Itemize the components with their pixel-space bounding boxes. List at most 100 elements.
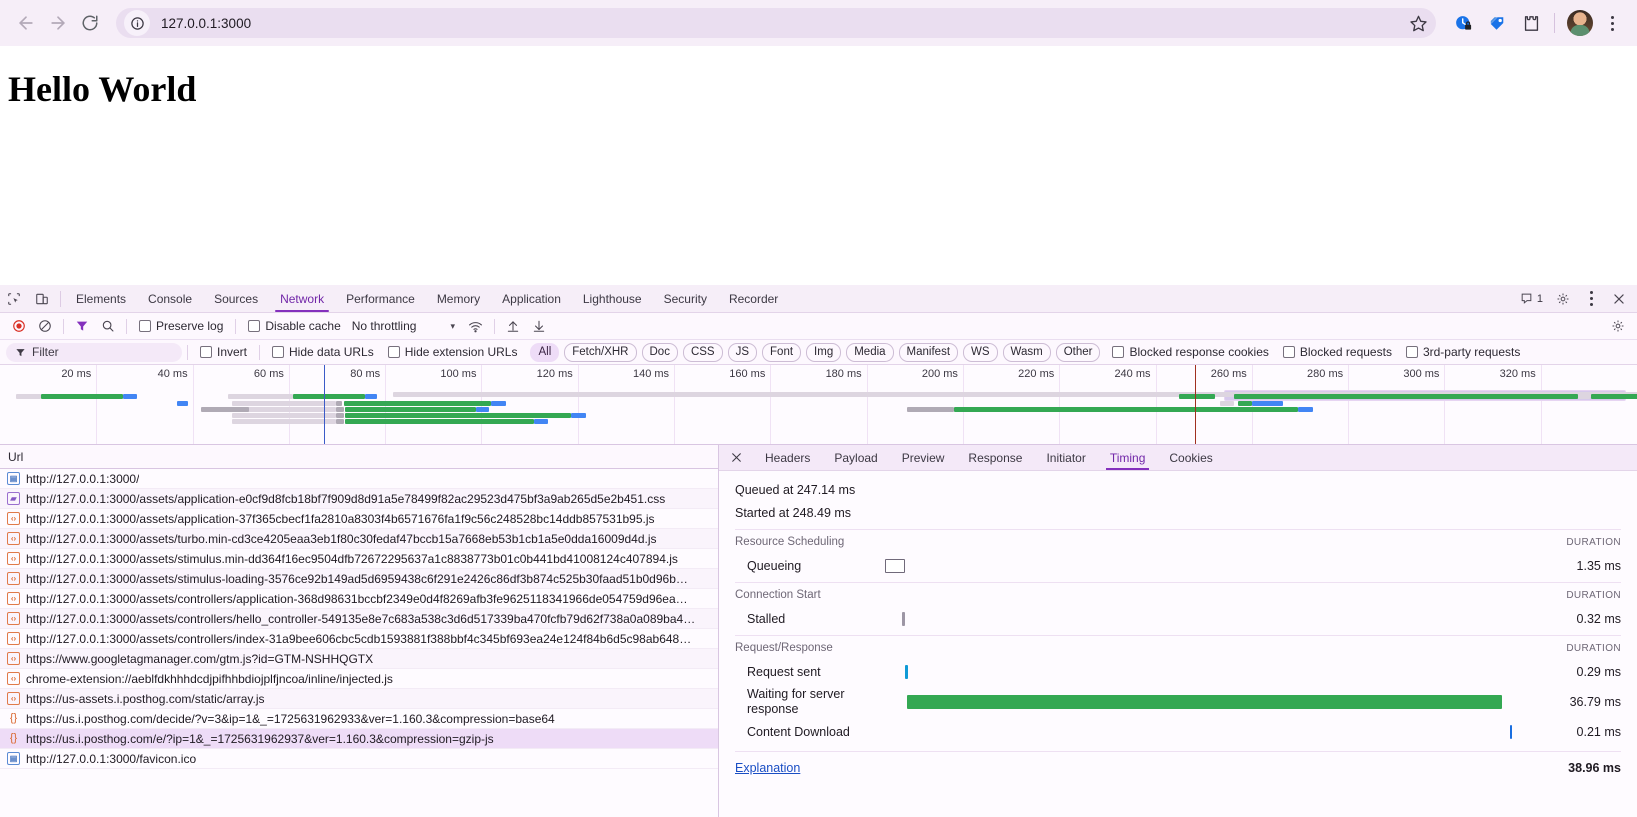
third-party-requests-checkbox[interactable]: 3rd-party requests [1399,345,1527,359]
table-row[interactable]: ▤ http://127.0.0.1:3000/favicon.ico [0,749,718,769]
tab-sources[interactable]: Sources [203,285,269,312]
close-icon[interactable] [719,445,753,470]
type-chip-wasm[interactable]: Wasm [1002,342,1051,362]
details-tab-headers[interactable]: Headers [753,445,822,470]
doc-resource-icon: ▤ [7,472,20,485]
type-chip-fetch-xhr[interactable]: Fetch/XHR [564,342,637,362]
timeline-request-bar [365,394,377,399]
device-toolbar-icon[interactable] [28,285,56,312]
details-tab-preview[interactable]: Preview [890,445,957,470]
issues-badge[interactable]: 1 [1514,292,1549,305]
table-row[interactable]: ▤ http://127.0.0.1:3000/ [0,469,718,489]
request-url: http://127.0.0.1:3000/assets/application… [26,491,666,506]
inspect-element-icon[interactable] [0,285,28,312]
details-tab-response[interactable]: Response [956,445,1034,470]
table-row[interactable]: ‹› http://127.0.0.1:3000/assets/stimulus.… [0,549,718,569]
clear-network-log-icon[interactable] [32,315,58,337]
details-tab-initiator[interactable]: Initiator [1034,445,1097,470]
type-chip-ws[interactable]: WS [963,342,998,362]
close-icon[interactable] [1605,292,1633,306]
table-row[interactable]: ‹› http://127.0.0.1:3000/assets/controlle… [0,609,718,629]
hide-extension-urls-checkbox[interactable]: Hide extension URLs [381,345,525,359]
type-chip-manifest[interactable]: Manifest [898,342,959,362]
tab-console[interactable]: Console [137,285,203,312]
type-chip-js[interactable]: JS [727,342,758,362]
table-row[interactable]: ‹› http://127.0.0.1:3000/assets/turbo.min… [0,529,718,549]
throttling-select[interactable]: No throttling ▾ [348,319,455,333]
table-row[interactable]: ‹› chrome-extension://aeblfdkhhhdcdjpifhh… [0,669,718,689]
search-input[interactable]: Filter [6,342,182,362]
duration-column-header: DURATION [1566,536,1621,548]
filter-funnel-icon[interactable] [69,315,95,337]
timeline-tick-label: 200 ms [921,368,958,380]
details-tab-cookies[interactable]: Cookies [1157,445,1224,470]
type-chip-doc[interactable]: Doc [641,342,678,362]
clock-lock-extension-icon[interactable] [1448,8,1478,38]
table-row[interactable]: ‹› http://127.0.0.1:3000/assets/controlle… [0,629,718,649]
timeline-request-bar [232,419,336,424]
import-har-icon[interactable] [500,315,526,337]
type-chip-css[interactable]: CSS [682,342,723,362]
timeline-tick-label: 20 ms [61,368,92,380]
duration-column-header: DURATION [1566,589,1621,601]
tab-lighthouse[interactable]: Lighthouse [572,285,653,312]
timeline-request-bar [335,413,344,418]
blocked-response-cookies-checkbox[interactable]: Blocked response cookies [1105,345,1275,359]
tab-network[interactable]: Network [269,285,335,312]
back-button[interactable] [10,7,42,39]
disable-cache-checkbox[interactable]: Disable cache [241,319,347,333]
timeline-request-bar [201,407,249,412]
record-stop-icon[interactable] [6,315,32,337]
blocked-requests-checkbox[interactable]: Blocked requests [1276,345,1399,359]
table-row[interactable]: ‹› https://us-assets.i.posthog.com/static… [0,689,718,709]
details-tab-payload[interactable]: Payload [822,445,889,470]
network-conditions-icon[interactable] [463,315,489,337]
table-row[interactable]: {} https://us.i.posthog.com/decide/?v=3&i… [0,709,718,729]
request-list[interactable]: ▤ http://127.0.0.1:3000/ ▰ http://127.0.0.1… [0,469,718,817]
timeline-request-bar [16,394,41,399]
type-chip-media[interactable]: Media [846,342,894,362]
star-icon[interactable] [1409,14,1428,33]
tab-performance[interactable]: Performance [335,285,426,312]
request-url: http://127.0.0.1:3000/assets/turbo.min-c… [26,531,657,546]
table-row[interactable]: ▰ http://127.0.0.1:3000/assets/applicatio… [0,489,718,509]
tag-extension-icon[interactable] [1482,8,1512,38]
export-har-icon[interactable] [526,315,552,337]
tab-memory[interactable]: Memory [426,285,491,312]
table-row[interactable]: {} https://us.i.posthog.com/e/?ip=1&_=172… [0,729,718,749]
url-text[interactable]: 127.0.0.1:3000 [161,16,1409,31]
gear-icon[interactable] [1549,292,1577,306]
reload-button[interactable] [74,7,106,39]
table-row[interactable]: ‹› http://127.0.0.1:3000/assets/stimulus-… [0,569,718,589]
network-settings-gear-icon[interactable] [1605,315,1631,337]
type-chip-all[interactable]: All [530,342,560,362]
forward-button[interactable] [42,7,74,39]
table-row[interactable]: ‹› https://www.googletagmanager.com/gtm.j… [0,649,718,669]
preserve-log-checkbox[interactable]: Preserve log [132,319,230,333]
explanation-link[interactable]: Explanation [735,761,800,775]
timeline-request-bar [232,401,336,406]
hide-data-urls-checkbox[interactable]: Hide data URLs [265,345,381,359]
table-row[interactable]: ‹› http://127.0.0.1:3000/assets/controlle… [0,589,718,609]
details-tab-timing[interactable]: Timing [1098,445,1158,470]
search-icon[interactable] [95,315,121,337]
table-row[interactable]: ‹› http://127.0.0.1:3000/assets/applicati… [0,509,718,529]
timeline-event-marker [1195,365,1196,444]
invert-checkbox[interactable]: Invert [193,345,254,359]
tab-recorder[interactable]: Recorder [718,285,789,312]
kebab-menu-icon[interactable] [1597,8,1627,38]
avatar[interactable] [1567,10,1593,36]
tab-security[interactable]: Security [653,285,718,312]
details-tab-label: Timing [1109,450,1146,465]
puzzle-piece-icon[interactable] [1516,8,1546,38]
network-overview-timeline[interactable]: 20 ms 40 ms 60 ms 80 ms 100 ms 120 ms 140 ms 16… [0,365,1637,445]
type-chip-other[interactable]: Other [1055,342,1101,362]
type-chip-font[interactable]: Font [762,342,802,362]
tab-application[interactable]: Application [491,285,572,312]
address-bar[interactable]: 127.0.0.1:3000 [116,8,1436,38]
info-circle-icon[interactable] [124,10,150,36]
devtools-more-icon[interactable] [1577,291,1605,306]
tab-elements[interactable]: Elements [65,285,137,312]
url-column-header[interactable]: Url [0,445,718,469]
type-chip-img[interactable]: Img [806,342,842,362]
